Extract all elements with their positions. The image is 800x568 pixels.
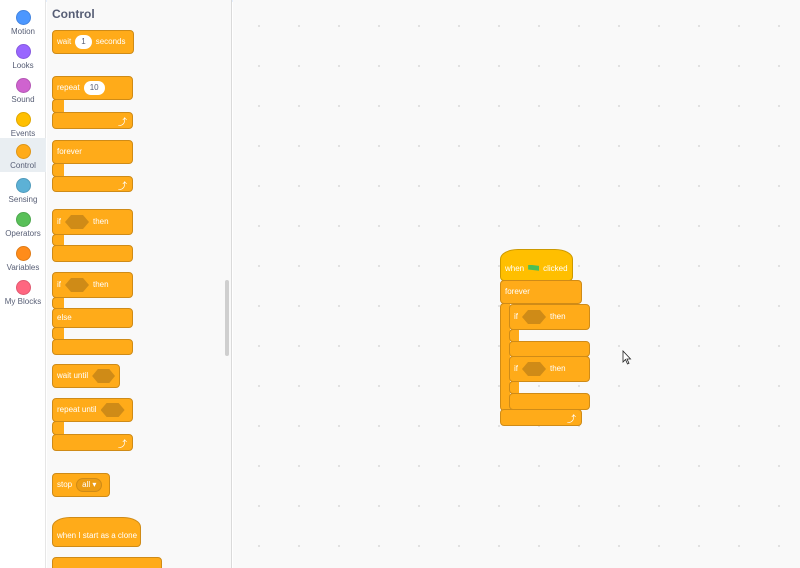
block-stop[interactable]: stop all ▾: [52, 473, 110, 497]
block-text: repeat: [57, 83, 80, 92]
if-c-foot: [509, 393, 590, 410]
events-dot-icon: [15, 112, 31, 127]
block-repeat[interactable]: repeat 10: [52, 76, 133, 100]
control-dot-icon: [15, 144, 31, 159]
block-text: then: [93, 280, 109, 289]
block-if-then-else[interactable]: if then: [52, 272, 133, 298]
category-label: Control: [10, 161, 36, 170]
block-text: if: [57, 217, 61, 226]
condition-slot[interactable]: [92, 369, 115, 383]
category-sound[interactable]: Sound: [0, 72, 46, 106]
motion-dot-icon: [15, 10, 31, 25]
block-when-start-as-clone[interactable]: when I start as a clone: [52, 517, 141, 547]
category-control[interactable]: Control: [0, 138, 46, 172]
category-label: Variables: [6, 263, 40, 272]
condition-slot[interactable]: [65, 278, 89, 292]
block-text: if: [514, 312, 518, 321]
looks-dot-icon: [15, 44, 31, 59]
block-if-then[interactable]: if then: [52, 209, 133, 235]
if-then-block-1[interactable]: if then: [509, 304, 590, 330]
block-c-foot: [52, 245, 133, 262]
if-then-block-2[interactable]: if then: [509, 356, 590, 382]
sensing-dot-icon: [15, 178, 31, 193]
wait-seconds-input[interactable]: 1: [75, 35, 92, 49]
if-c-foot: [509, 341, 590, 357]
block-text: if: [57, 280, 61, 289]
block-text: else: [57, 313, 72, 322]
condition-slot[interactable]: [65, 215, 89, 229]
block-palette: Control wait 1 seconds repeat 10 ⤴ forev…: [47, 0, 232, 568]
block-forever[interactable]: forever: [52, 140, 133, 164]
block-text: then: [550, 364, 566, 373]
block-text: then: [93, 217, 109, 226]
category-menu: Motion Looks Sound Events Control Sensin…: [0, 0, 46, 568]
block-c-foot: ⤴: [52, 434, 133, 451]
block-text: forever: [57, 147, 82, 156]
block-text: seconds: [95, 37, 126, 46]
forever-block[interactable]: forever: [500, 280, 582, 304]
category-sensing[interactable]: Sensing: [0, 172, 46, 206]
mouse-cursor-icon: [622, 350, 632, 365]
block-text: when: [505, 264, 525, 273]
block-c-arm: [52, 163, 64, 177]
palette-title: Control: [52, 7, 95, 21]
block-text: if: [514, 364, 518, 373]
palette-scrollbar[interactable]: [225, 280, 229, 356]
forever-c-foot: ⤴: [500, 409, 582, 426]
category-label: Looks: [12, 61, 34, 70]
variables-dot-icon: [15, 246, 31, 261]
when-flag-clicked-block[interactable]: when clicked: [500, 249, 573, 281]
category-label: Motion: [10, 27, 35, 36]
block-text: wait: [57, 37, 72, 46]
block-text: when I start as a clone: [57, 531, 138, 540]
block-text: repeat until: [57, 405, 97, 414]
block-c-arm: [52, 99, 64, 113]
block-text: stop: [57, 480, 73, 489]
block-repeat-until[interactable]: repeat until: [52, 398, 133, 422]
category-motion[interactable]: Motion: [0, 4, 46, 38]
condition-slot[interactable]: [100, 403, 125, 417]
block-wait-until[interactable]: wait until: [52, 364, 120, 388]
block-c-foot: [52, 339, 133, 355]
category-label: My Blocks: [4, 297, 42, 306]
block-c-arm: [52, 421, 64, 435]
green-flag-icon: [528, 264, 540, 271]
category-label: Sound: [11, 95, 35, 104]
condition-slot[interactable]: [522, 362, 546, 376]
loop-arrow-icon: ⤴: [117, 181, 127, 191]
loop-arrow-icon: ⤴: [566, 414, 576, 424]
loop-arrow-icon: ⤴: [117, 439, 127, 449]
category-label: Events: [10, 129, 36, 138]
category-operators[interactable]: Operators: [0, 206, 46, 240]
operators-dot-icon: [15, 212, 31, 227]
block-text: forever: [505, 287, 530, 296]
category-events[interactable]: Events: [0, 106, 46, 140]
loop-arrow-icon: ⤴: [117, 117, 127, 127]
category-label: Sensing: [8, 195, 38, 204]
category-looks[interactable]: Looks: [0, 38, 46, 72]
block-text: clicked: [543, 264, 568, 273]
block-c-foot: ⤴: [52, 176, 133, 192]
category-variables[interactable]: Variables: [0, 240, 46, 274]
sound-dot-icon: [15, 78, 31, 93]
category-label: Operators: [5, 229, 41, 238]
category-my-blocks[interactable]: My Blocks: [0, 274, 46, 308]
block-c-foot: ⤴: [52, 112, 133, 129]
repeat-count-input[interactable]: 10: [83, 81, 105, 95]
condition-slot[interactable]: [522, 310, 546, 324]
block-text: then: [550, 312, 566, 321]
block-else: else: [52, 308, 133, 328]
stop-option-dropdown[interactable]: all ▾: [76, 478, 103, 492]
block-create-clone[interactable]: [52, 557, 162, 568]
block-text: wait until: [57, 371, 89, 380]
my-blocks-dot-icon: [15, 280, 31, 295]
block-wait-seconds[interactable]: wait 1 seconds: [52, 30, 134, 54]
